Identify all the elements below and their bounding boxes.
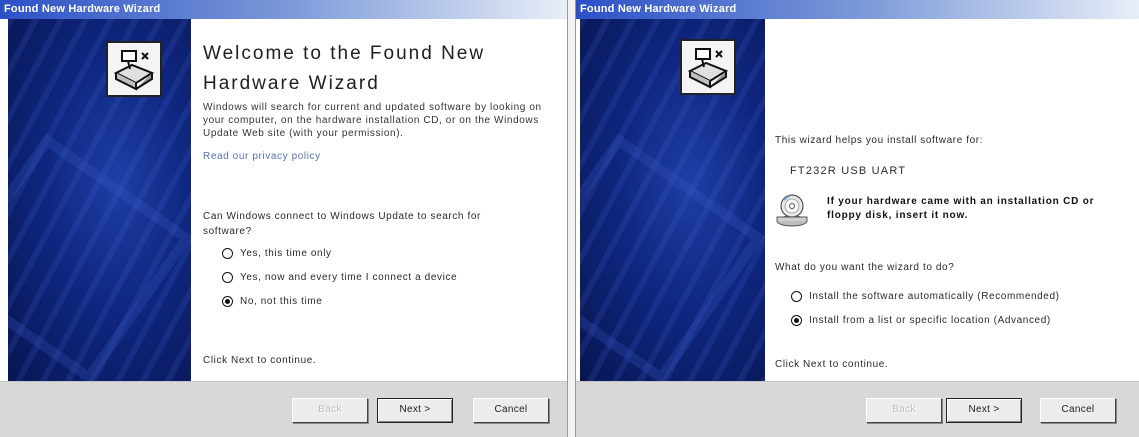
option-label: Yes, this time only [240,248,332,259]
left-wizard-window: Found New Hardware Wizard Welcome to the… [0,0,568,437]
wizard-question: What do you want the wizard to do? [775,262,955,273]
update-question: Can Windows connect to Windows Update to… [203,211,481,237]
wizard-content: Welcome to the Found New Hardware Wizard… [200,19,567,381]
wizard-banner [8,19,191,381]
page-title: Welcome to the Found New Hardware Wizard [203,43,486,94]
radio-button-icon[interactable] [222,272,233,283]
button-bar: Back Next > Cancel [576,381,1139,437]
option-install-from-list[interactable]: Install from a list or specific location… [791,314,1051,328]
radio-button-icon[interactable] [791,315,802,326]
back-button[interactable]: Back [292,398,368,423]
helps-text: This wizard helps you install software f… [775,135,984,146]
option-no-not-this-time[interactable]: No, not this time [222,295,322,309]
option-label: No, not this time [240,296,323,307]
option-label: Yes, now and every time I connect a devi… [240,272,458,283]
cd-instruction: If your hardware came with an installati… [827,196,1095,221]
option-yes-every-time[interactable]: Yes, now and every time I connect a devi… [222,271,457,285]
radio-button-icon[interactable] [791,291,802,302]
intro-text: Windows will search for current and upda… [203,102,542,139]
window-title: Found New Hardware Wizard [0,0,567,19]
wizard-content: This wizard helps you install software f… [775,19,1139,381]
option-install-automatically[interactable]: Install the software automatically (Reco… [791,290,1060,304]
wizard-banner [580,19,765,381]
window-title: Found New Hardware Wizard [576,0,1139,19]
privacy-policy-link[interactable]: Read our privacy policy [203,151,321,162]
option-yes-this-time[interactable]: Yes, this time only [222,247,332,261]
device-name: FT232R USB UART [790,165,907,177]
continue-hint: Click Next to continue. [775,359,889,370]
cancel-button[interactable]: Cancel [473,398,549,423]
right-wizard-window: Found New Hardware Wizard This wizard he… [575,0,1139,437]
button-bar: Back Next > Cancel [0,381,567,437]
radio-button-icon[interactable] [222,296,233,307]
option-label: Install from a list or specific location… [809,315,1051,326]
cancel-button[interactable]: Cancel [1040,398,1116,423]
hardware-wizard-icon [680,39,736,95]
next-button[interactable]: Next > [377,398,453,423]
option-label: Install the software automatically (Reco… [809,291,1060,302]
continue-hint: Click Next to continue. [203,355,317,366]
hardware-wizard-icon [106,41,162,97]
back-button[interactable]: Back [866,398,942,423]
cd-drive-icon [775,192,809,228]
radio-button-icon[interactable] [222,248,233,259]
next-button[interactable]: Next > [946,398,1022,423]
